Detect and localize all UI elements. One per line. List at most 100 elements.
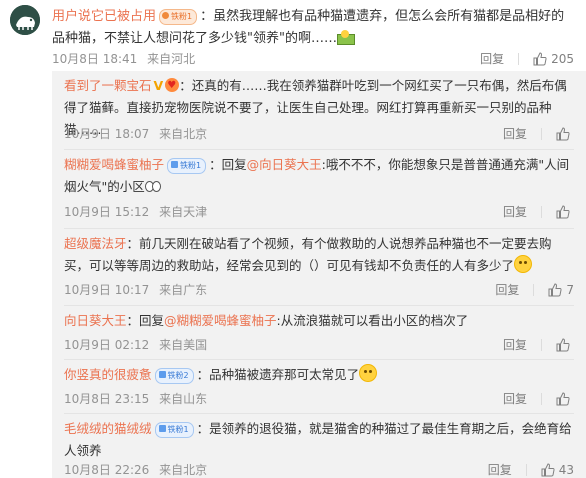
reply-username[interactable]: 向日葵大王 (64, 313, 127, 328)
comment-thread: 用户说它已被占用 铁粉1 ：虽然我理解也有品种猫遭遗弃，但怎么会所有猫都是品相好的品… (0, 0, 586, 478)
reply-time: 10月9日 02:12 (64, 338, 150, 352)
like-button[interactable]: 205 (533, 52, 574, 66)
divider (64, 359, 574, 360)
divider (64, 228, 574, 229)
reply-button[interactable]: 回复 (503, 203, 527, 220)
reply-meta: 10月9日 18:07 来自北京 (64, 125, 207, 142)
like-icon (548, 282, 562, 296)
reply-button[interactable]: 回复 (503, 390, 527, 407)
reply-prefix: ：回复 (126, 313, 165, 328)
like-count: 43 (558, 462, 574, 477)
fan-badge[interactable]: 铁粉2 (154, 368, 194, 384)
reply-username[interactable]: 你竖真的很疲惫 (64, 367, 152, 382)
divider (518, 52, 520, 65)
replies-panel: 看到了一颗宝石V：还真的有……我在领养猫群叶吃到一个网红买了一只布偶，然后布偶得… (52, 71, 586, 478)
like-icon (556, 391, 570, 405)
reply-time: 10月9日 18:07 (64, 127, 150, 141)
badge-label: 铁粉1 (171, 12, 193, 21)
badge-label: 铁粉2 (167, 371, 189, 380)
smile-emoji-icon (359, 364, 378, 382)
reply-actions: 回复 (503, 125, 574, 142)
divider (64, 413, 574, 414)
reply-location: 来自广东 (159, 283, 208, 297)
fan-badge[interactable]: 铁粉1 (154, 422, 194, 438)
badge-label: 铁粉1 (180, 161, 202, 170)
reply-location: 来自北京 (159, 463, 208, 477)
eyes-emoji-icon (144, 178, 161, 194)
reply-mention[interactable]: @糊糊爱喝蜂蜜柚子 (164, 313, 277, 328)
like-button[interactable] (556, 204, 574, 219)
reply-time: 10月9日 15:12 (64, 205, 150, 219)
reply-text: ：品种猫被遗弃那可太常见了 (196, 367, 360, 382)
avatar[interactable] (10, 5, 40, 35)
reply-meta: 10月9日 02:12 来自美国 (64, 336, 207, 353)
like-button[interactable] (556, 337, 574, 352)
like-button[interactable] (556, 126, 574, 141)
reply-meta: 10月9日 15:12 来自天津 (64, 203, 207, 220)
like-button[interactable]: 7 (548, 283, 574, 297)
like-icon (541, 462, 555, 476)
fan-badge[interactable]: 铁粉1 (159, 9, 198, 25)
reply-button[interactable]: 回复 (495, 281, 519, 298)
reply-actions: 回复 43 (488, 461, 574, 478)
reply-location: 来自美国 (159, 338, 208, 352)
reply-prefix: ：回复 (209, 157, 247, 172)
reply-body: 毛绒绒的猫绒绒 铁粉1 ：是领养的退役猫，就是猫舍的种猫过了最佳生育期之后，会绝育给… (64, 418, 574, 462)
reply-location: 来自天津 (159, 205, 208, 219)
reply-time: 10月8日 23:15 (64, 392, 150, 406)
reply-time: 10月8日 22:26 (64, 463, 150, 477)
reply-body: 超级魔法牙：前几天刚在破站看了个视频，有个做救助的人说想养品种猫也不一定要去购买… (64, 233, 574, 277)
verified-icon: V (153, 78, 164, 93)
reply-button[interactable]: 回复 (503, 336, 527, 353)
smile-emoji-icon (514, 255, 533, 273)
reply-username[interactable]: 毛绒绒的猫绒绒 (64, 421, 152, 436)
badge-label: 铁粉1 (167, 425, 189, 434)
reply-body: 你竖真的很疲惫 铁粉2 ：品种猫被遗弃那可太常见了 (64, 364, 574, 386)
reply-meta: 10月9日 10:17 来自广东 (64, 281, 207, 298)
like-button[interactable]: 43 (541, 463, 574, 477)
divider (541, 205, 542, 218)
reply-location: 来自山东 (159, 392, 208, 406)
reply-actions: 回复 (503, 390, 574, 407)
like-icon (533, 51, 547, 65)
reply-location: 来自北京 (159, 127, 208, 141)
reply-username[interactable]: 看到了一颗宝石 (64, 78, 152, 93)
reply-username[interactable]: 超级魔法牙 (64, 236, 127, 251)
reply-text: :从流浪猫就可以看出小区的档次了 (276, 313, 469, 328)
like-icon (556, 126, 570, 140)
comment-actions: 回复 205 (480, 50, 574, 67)
reply-body: 向日葵大王：回复@糊糊爱喝蜂蜜柚子:从流浪猫就可以看出小区的档次了 (64, 310, 574, 332)
heart-badge-icon (165, 75, 180, 97)
reply-actions: 回复 (503, 203, 574, 220)
divider (64, 149, 574, 150)
main-comment: 用户说它已被占用 铁粉1 ：虽然我理解也有品种猫遭遗弃，但怎么会所有猫都是品相好的品… (0, 0, 586, 68)
comment-location: 来自河北 (147, 52, 196, 66)
reply-button[interactable]: 回复 (503, 125, 527, 142)
comment-time: 10月8日 18:41 (52, 52, 138, 66)
like-icon (556, 204, 570, 218)
fan-badge[interactable]: 铁粉1 (167, 158, 207, 174)
like-button[interactable] (556, 391, 574, 406)
reply-mention[interactable]: @向日葵大王 (247, 157, 322, 172)
like-icon (556, 337, 570, 351)
reply-button[interactable]: 回复 (488, 461, 512, 478)
reply-username[interactable]: 糊糊爱喝蜂蜜柚子 (64, 157, 164, 172)
badge-icon (158, 425, 166, 432)
main-comment-body: 用户说它已被占用 铁粉1 ：虽然我理解也有品种猫遭遗弃，但怎么会所有猫都是品相好的品… (52, 6, 572, 50)
money-emoji-icon (336, 30, 355, 45)
reply-text: ：前几天刚在破站看了个视频，有个做救助的人说想养品种猫也不一定要去购买，可以等等… (64, 236, 552, 273)
like-count: 7 (566, 282, 574, 297)
badge-icon (158, 371, 166, 378)
badge-icon (171, 161, 179, 168)
divider (541, 392, 542, 405)
comment-meta: 10月8日 18:41 来自河北 (52, 50, 195, 67)
divider (533, 283, 535, 296)
reply-meta: 10月8日 22:26 来自北京 (64, 461, 207, 478)
like-count: 205 (551, 51, 574, 66)
comment-username[interactable]: 用户说它已被占用 (52, 9, 156, 24)
badge-icon (162, 12, 170, 19)
reply-time: 10月9日 10:17 (64, 283, 150, 297)
reply-meta: 10月8日 23:15 来自山东 (64, 390, 207, 407)
reply-button[interactable]: 回复 (480, 50, 504, 67)
reply-actions: 回复 7 (495, 281, 574, 298)
